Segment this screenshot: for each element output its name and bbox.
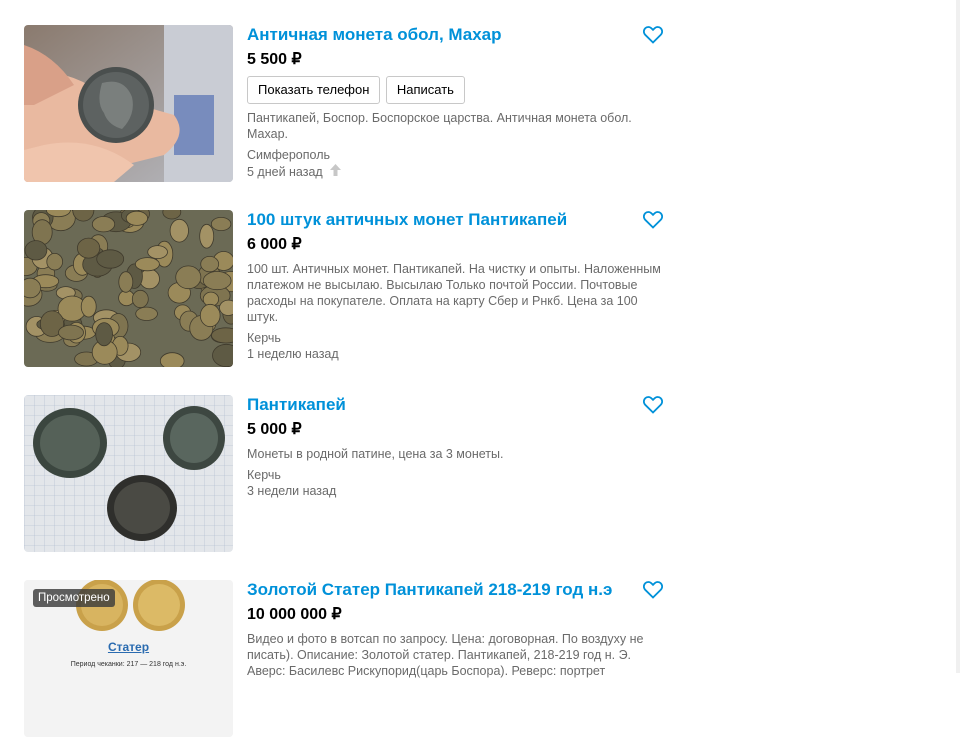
- listing-photo[interactable]: [24, 395, 233, 552]
- listing-title[interactable]: Золотой Статер Пантикапей 218-219 год н.…: [247, 580, 667, 600]
- listing-price: 5 000 ₽: [247, 421, 302, 438]
- listing-photo[interactable]: [24, 25, 233, 182]
- listing-info: Золотой Статер Пантикапей 218-219 год н.…: [247, 580, 667, 679]
- listing-price: 5 500 ₽: [247, 51, 302, 68]
- listing-title[interactable]: Античная монета обол, Махар: [247, 25, 667, 45]
- listing-card[interactable]: Просмотрено Статер Период чеканки: 217 —…: [24, 580, 664, 740]
- heart-outline-icon[interactable]: [642, 211, 664, 229]
- listing-date: 3 недели назад: [247, 484, 337, 498]
- thumb-subcaption: Период чеканки: 217 — 218 год н.э.: [70, 661, 187, 668]
- heart-outline-icon[interactable]: [642, 26, 664, 44]
- listing-title[interactable]: Пантикапей: [247, 395, 667, 415]
- listing-title[interactable]: 100 штук античных монет Пантикапей: [247, 210, 667, 230]
- show-phone-button[interactable]: Показать телефон: [247, 76, 381, 104]
- heart-outline-icon[interactable]: [642, 581, 664, 599]
- listing-city: Керчь: [247, 331, 281, 345]
- listing-description: Пантикапей, Боспор. Боспорское царства. …: [247, 111, 632, 141]
- heart-outline-icon[interactable]: [642, 396, 664, 414]
- listing-city: Симферополь: [247, 148, 330, 162]
- listing-price: 6 000 ₽: [247, 236, 302, 253]
- listing-card[interactable]: Античная монета обол, Махар 5 500 ₽ Пока…: [24, 25, 664, 185]
- listing-description: 100 шт. Античных монет. Пантикапей. На ч…: [247, 262, 661, 324]
- page-edge: [956, 0, 960, 673]
- listing-price: 10 000 000 ₽: [247, 606, 342, 623]
- contact-buttons: Показать телефон Написать: [247, 76, 667, 104]
- listing-info: 100 штук античных монет Пантикапей 6 000…: [247, 210, 667, 362]
- listing-city: Керчь: [247, 468, 281, 482]
- listing-date: 5 дней назад: [247, 165, 323, 180]
- listing-date-row: 5 дней назад: [247, 163, 667, 181]
- listing-description: Видео и фото в вотсап по запросу. Цена: …: [247, 632, 644, 678]
- listing-description: Монеты в родной патине, цена за 3 монеты…: [247, 447, 504, 461]
- viewed-badge: Просмотрено: [33, 589, 115, 607]
- listing-card[interactable]: Пантикапей 5 000 ₽ Монеты в родной патин…: [24, 395, 664, 555]
- listing-card[interactable]: 100 штук античных монет Пантикапей 6 000…: [24, 210, 664, 370]
- write-message-button[interactable]: Написать: [385, 76, 465, 104]
- listing-info: Пантикапей 5 000 ₽ Монеты в родной патин…: [247, 395, 667, 499]
- thumb-caption: Статер: [107, 640, 150, 654]
- listing-date: 1 неделю назад: [247, 347, 339, 361]
- listing-info: Античная монета обол, Махар 5 500 ₽ Пока…: [247, 25, 667, 181]
- up-arrow-icon: [330, 163, 342, 181]
- listing-photo[interactable]: [24, 210, 233, 367]
- listing-photo[interactable]: Просмотрено Статер Период чеканки: 217 —…: [24, 580, 233, 737]
